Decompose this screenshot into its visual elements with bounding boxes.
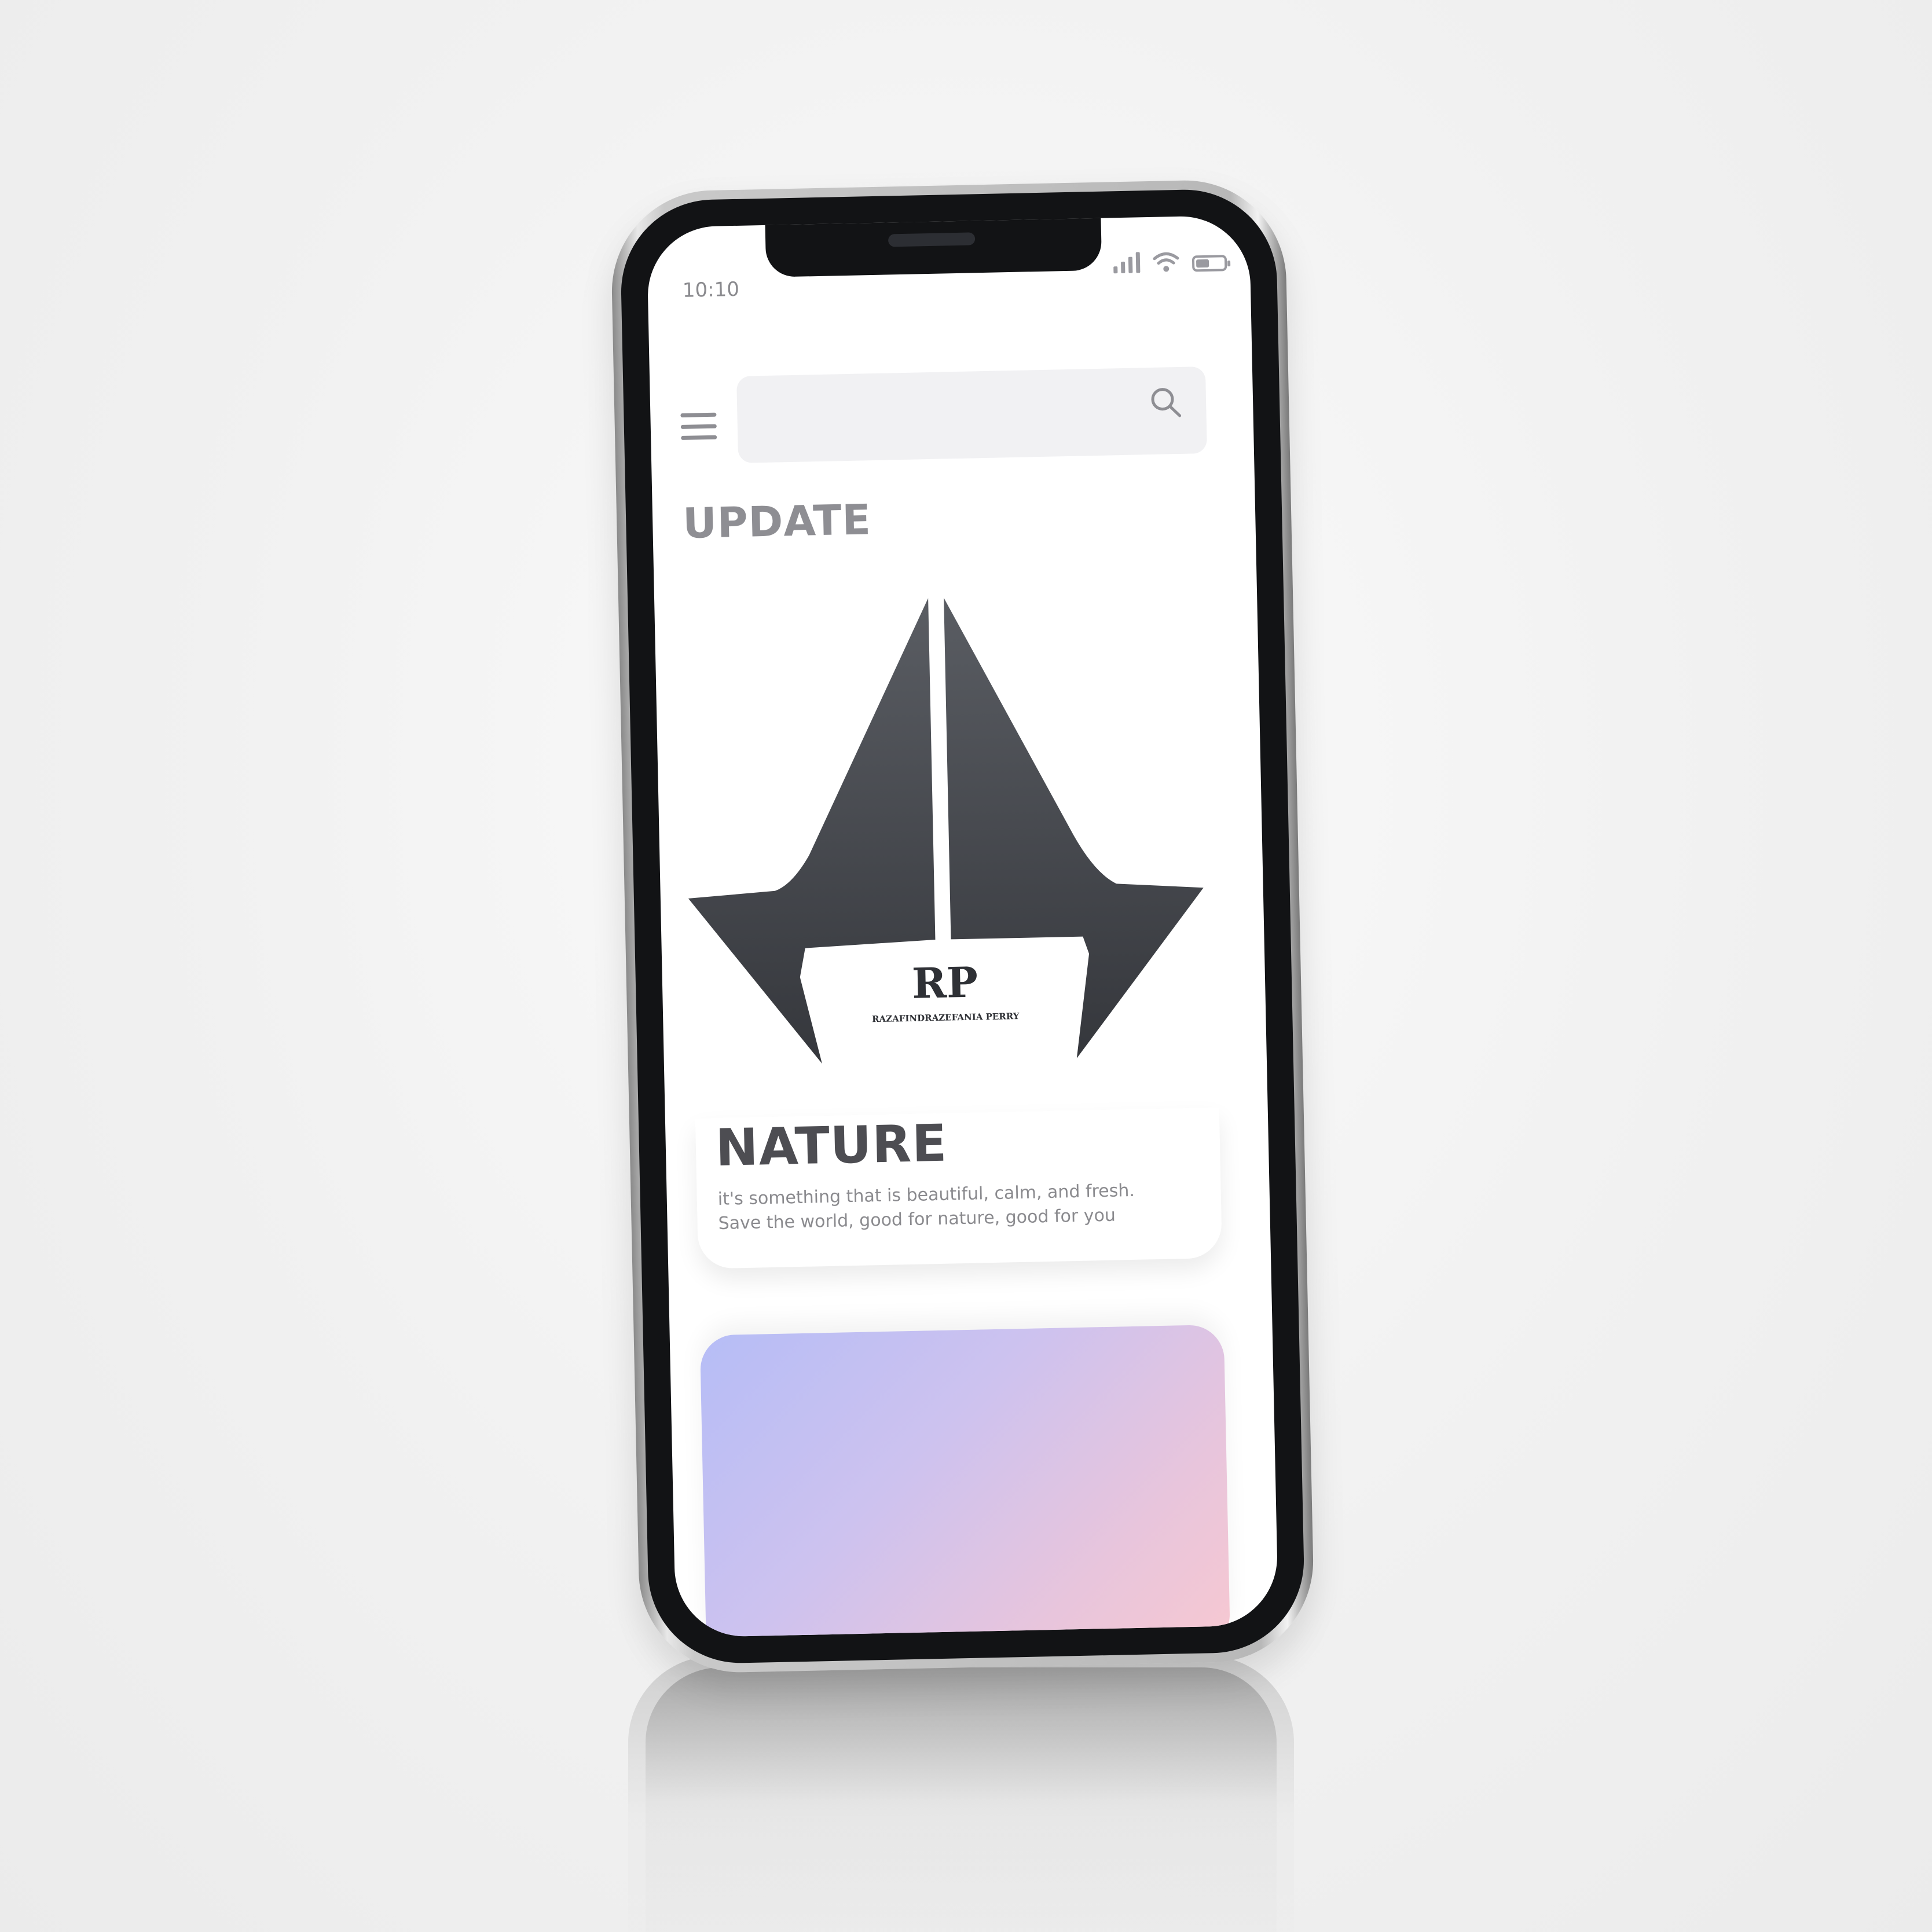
logo-name: RAZAFINDRAZEFANIA PERRY <box>872 1011 1020 1024</box>
section-title: UPDATE <box>682 495 872 548</box>
nature-card[interactable]: NATURE it's something that is beautiful,… <box>695 1107 1223 1269</box>
phone-bezel: 10:10 UPDATE RP RAZAFINDRAZEFANIA PERRY … <box>619 188 1306 1665</box>
status-time: 10:10 <box>682 277 740 302</box>
card-title: NATURE <box>714 1113 948 1178</box>
phone-device: 10:10 UPDATE RP RAZAFINDRAZEFANIA PERRY … <box>610 178 1315 1674</box>
phone-screen: 10:10 UPDATE RP RAZAFINDRAZEFANIA PERRY … <box>646 215 1279 1638</box>
menu-icon[interactable] <box>680 412 717 440</box>
search-icon[interactable] <box>1148 384 1183 420</box>
logo-initials: RP <box>911 957 978 1007</box>
rp-logo: RP RAZAFINDRAZEFANIA PERRY <box>688 597 1204 1064</box>
scene-background: 10:10 UPDATE RP RAZAFINDRAZEFANIA PERRY … <box>0 0 1932 1932</box>
notch <box>765 215 1102 277</box>
card-description: it's something that is beautiful, calm, … <box>717 1179 1135 1236</box>
wifi-icon <box>1153 252 1179 272</box>
battery-level <box>1196 259 1209 268</box>
gradient-card[interactable] <box>699 1324 1231 1638</box>
speaker-grille <box>888 232 976 247</box>
search-bar[interactable] <box>736 366 1207 463</box>
search-input[interactable] <box>748 380 1123 453</box>
signal-icon <box>1113 252 1141 274</box>
phone-reflection-inner <box>646 1667 1277 1932</box>
battery-icon <box>1192 255 1227 272</box>
status-icons <box>1113 250 1227 274</box>
